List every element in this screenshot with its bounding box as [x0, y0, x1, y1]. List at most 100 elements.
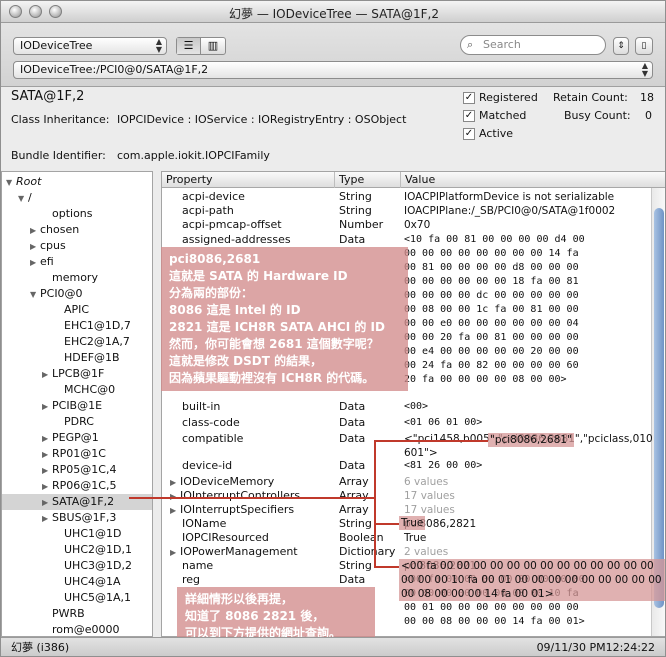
property-name: ▶ IOPowerManagement — [170, 545, 298, 560]
tree-item-label: cpus — [40, 239, 66, 252]
disclosure-closed-icon[interactable]: ▶ — [42, 479, 52, 495]
path-popup[interactable]: IODeviceTree:/PCI0@0/SATA@1F,2 ▲ ▼ — [13, 61, 653, 79]
tree-item[interactable]: EHC1@1D,7 — [2, 318, 152, 334]
status-machine: 幻夢 (i386) — [11, 641, 70, 654]
disclosure-open-icon[interactable]: ▼ — [6, 175, 16, 191]
tree-item[interactable]: APIC — [2, 302, 152, 318]
tree-item-label: options — [52, 207, 93, 220]
property-name: ▶ IODeviceMemory — [170, 475, 274, 490]
highlight-ioname: True — [399, 516, 426, 530]
property-label: IOPowerManagement — [180, 545, 298, 558]
search-icon: ⌕ — [467, 38, 474, 51]
tree-item[interactable]: ▶ PCIB@1E — [2, 398, 152, 414]
property-type: String — [339, 559, 372, 572]
column-header-property[interactable]: Property — [162, 172, 334, 188]
tree-item[interactable]: ▶ RP05@1C,4 — [2, 462, 152, 478]
annotation-line: pci8086,2681 — [169, 252, 261, 266]
tree-item[interactable]: ▼ / — [2, 190, 152, 206]
disclosure-closed-icon[interactable]: ▶ — [30, 255, 40, 271]
tree-item-label: RP05@1C,4 — [52, 463, 117, 476]
tree-item[interactable]: PWRB — [2, 606, 152, 622]
disclosure-closed-icon[interactable]: ▶ — [42, 447, 52, 463]
tree-item[interactable]: EHC2@1A,7 — [2, 334, 152, 350]
tree-item-label: UHC2@1D,1 — [64, 543, 132, 556]
bundle-label: Bundle Identifier: — [11, 149, 106, 162]
scrollbar-thumb[interactable] — [654, 208, 664, 608]
tree-item[interactable]: HDEF@1B — [2, 350, 152, 366]
disclosure-closed-icon[interactable]: ▶ — [42, 431, 52, 447]
disclosure-closed-icon[interactable]: ▶ — [42, 399, 52, 415]
disclosure-closed-icon[interactable]: ▶ — [170, 546, 180, 560]
tree-item-label: EHC1@1D,7 — [64, 319, 131, 332]
search-stepper-button[interactable]: ⇕ — [613, 37, 629, 55]
search-field[interactable]: ⌕ Search — [460, 35, 606, 55]
registry-tree[interactable]: ▼ Root ▼ / options ▶ chosen ▶ cpus ▶ efi memory ▼ PCI… — [1, 171, 153, 637]
class-value: IOPCIDevice : IOService : IORegistryEntr… — [117, 113, 407, 126]
connector-line — [374, 566, 399, 568]
tree-item[interactable]: ▶ RP06@1C,5 — [2, 478, 152, 494]
property-value: 17 values — [404, 504, 455, 516]
window: 幻夢 — IODeviceTree — SATA@1F,2 IODeviceTr… — [0, 0, 666, 657]
tree-item[interactable]: ▶ SBUS@1F,3 — [2, 510, 152, 526]
property-name: device-id — [182, 459, 232, 473]
property-name: IOPCIResourced — [182, 531, 269, 545]
view-mode-toggle[interactable]: ☰ ▥ — [176, 37, 226, 55]
column-header-type[interactable]: Type — [334, 172, 400, 188]
disclosure-closed-icon[interactable]: ▶ — [42, 511, 52, 527]
tree-item[interactable]: UHC1@1D — [2, 526, 152, 542]
tree-item[interactable]: MCHC@0 — [2, 382, 152, 398]
tree-item[interactable]: PDRC — [2, 414, 152, 430]
tree-item-label: chosen — [40, 223, 80, 236]
list-view-icon[interactable]: ☰ — [177, 38, 201, 54]
tree-item-label: PCI0@0 — [40, 287, 83, 300]
disclosure-closed-icon[interactable]: ▶ — [170, 476, 180, 490]
disclosure-closed-icon[interactable]: ▶ — [170, 504, 180, 518]
table-header: Property Type Value — [162, 172, 665, 188]
title-bar: 幻夢 — IODeviceTree — SATA@1F,2 — [1, 1, 665, 23]
property-name: reg — [182, 573, 200, 587]
tree-item[interactable]: ▼ Root — [2, 174, 152, 190]
property-type: Data — [339, 400, 366, 413]
column-view-icon[interactable]: ▥ — [201, 38, 225, 54]
registered-label: Registered — [479, 91, 538, 104]
tree-item[interactable]: UHC3@1D,2 — [2, 558, 152, 574]
disclosure-closed-icon[interactable]: ▶ — [42, 495, 52, 511]
disclosure-closed-icon[interactable]: ▶ — [30, 223, 40, 239]
disclosure-closed-icon[interactable]: ▶ — [42, 463, 52, 479]
disclosure-closed-icon[interactable]: ▶ — [30, 239, 40, 255]
property-label: device-id — [182, 459, 233, 472]
check-icon: ✓ — [463, 109, 475, 122]
tree-item-label: UHC4@1A — [64, 575, 121, 588]
property-type: Array — [339, 489, 369, 502]
plane-popup-label: IODeviceTree — [20, 39, 93, 52]
tree-item[interactable]: UHC5@1A,1 — [2, 590, 152, 606]
property-name: acpi-device — [182, 190, 245, 204]
tree-item[interactable]: ▶ chosen — [2, 222, 152, 238]
tree-item[interactable]: ▶ PEGP@1 — [2, 430, 152, 446]
object-name: SATA@1F,2 — [11, 89, 85, 104]
tree-item[interactable]: rom@e0000 — [2, 622, 152, 636]
tree-item[interactable]: options — [2, 206, 152, 222]
tree-item[interactable]: UHC2@1D,1 — [2, 542, 152, 558]
tree-item[interactable]: ▶ RP01@1C — [2, 446, 152, 462]
tree-item[interactable]: ▶ LPCB@1F — [2, 366, 152, 382]
tree-item[interactable]: memory — [2, 270, 152, 286]
column-header-value[interactable]: Value — [400, 172, 665, 188]
tree-item[interactable]: ▶ efi — [2, 254, 152, 270]
disclosure-open-icon[interactable]: ▼ — [30, 287, 40, 303]
disclosure-open-icon[interactable]: ▼ — [18, 191, 28, 207]
inspector-button[interactable]: ▯ — [635, 37, 653, 55]
tree-item[interactable]: ▼ PCI0@0 — [2, 286, 152, 302]
property-value: 6 values — [404, 476, 449, 488]
plane-popup[interactable]: IODeviceTree ▲ ▼ — [13, 37, 167, 55]
tree-item-label: Root — [16, 175, 42, 188]
property-name: IOName — [182, 517, 226, 531]
tree-item[interactable]: ▶ cpus — [2, 238, 152, 254]
tree-item-label: RP01@1C — [52, 447, 106, 460]
property-type: Dictionary — [339, 545, 396, 558]
property-label: built-in — [182, 400, 221, 413]
tree-item-label: MCHC@0 — [64, 383, 116, 396]
property-name: ▶ IOInterruptSpecifiers — [170, 503, 294, 518]
tree-item[interactable]: UHC4@1A — [2, 574, 152, 590]
disclosure-closed-icon[interactable]: ▶ — [42, 367, 52, 383]
